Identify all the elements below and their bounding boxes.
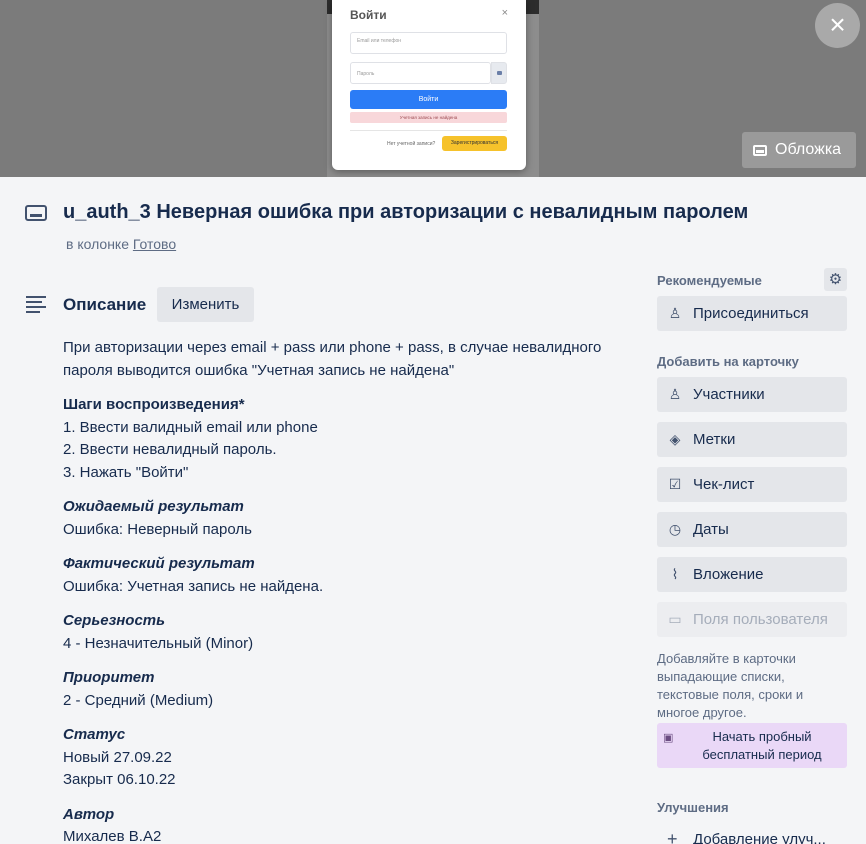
attachment-button[interactable]: ⌇ Вложение (657, 557, 847, 592)
modal-email-field: Email или телефон (350, 32, 507, 54)
attachment-label: Вложение (693, 566, 764, 583)
intro-line: При авторизации через email + pass или p… (63, 339, 602, 356)
card-title[interactable]: u_auth_3 Неверная ошибка при авторизации… (63, 201, 748, 224)
cover-login-modal: Войти × Email или телефон Пароль Войти У… (332, 0, 526, 170)
severity-text: 4 - Незначительный (Minor) (63, 634, 254, 652)
priority-text: 2 - Средний (Medium) (63, 691, 214, 709)
custom-fields-label: Поля пользователя (693, 611, 828, 628)
author-heading: Автор (63, 805, 115, 823)
step-item: 2. Ввести невалидный пароль. (63, 441, 277, 458)
custom-fields-promo: Добавляйте в карточки выпадающие списки,… (657, 651, 804, 720)
labels-button[interactable]: ◈ Метки (657, 422, 847, 457)
status-line: Новый 27.09.22 (63, 748, 172, 766)
paperclip-icon: ⌇ (671, 566, 679, 582)
checkbox-icon: ☑ (668, 476, 682, 492)
modal-password-field: Пароль (350, 62, 491, 84)
modal-eye-icon (491, 62, 507, 84)
edit-description-button[interactable]: Изменить (157, 287, 254, 322)
modal-close-icon: × (501, 7, 508, 19)
add-improvement-button[interactable]: + Добавление улуч... (657, 822, 847, 844)
expected-text: Ошибка: Неверный пароль (63, 520, 252, 538)
members-label: Участники (693, 386, 765, 403)
modal-title: Войти (350, 8, 387, 22)
modal-divider (350, 130, 507, 131)
cover-button[interactable]: Обложка (742, 132, 856, 168)
clock-icon: ◷ (668, 521, 682, 537)
dates-label: Даты (693, 521, 729, 538)
cover-button-label: Обложка (775, 141, 842, 158)
intro-line: пароля выводится ошибка "Учетная запись … (63, 361, 455, 379)
card-icon (25, 205, 47, 221)
expected-heading: Ожидаемый результат (63, 498, 244, 515)
join-label: Присоединиться (693, 305, 809, 322)
modal-no-account-text: Нет учетной записи? (387, 141, 436, 147)
custom-fields-icon: ▭ (668, 611, 682, 627)
in-list-prefix: в колонке (66, 236, 129, 252)
recommended-label: Рекомендуемые (657, 273, 762, 288)
labels-label: Метки (693, 431, 736, 448)
dates-button[interactable]: ◷ Даты (657, 512, 847, 547)
modal-register-button: Зарегистрироваться (442, 136, 507, 151)
modal-error-banner: Учетная запись не найдена (350, 112, 507, 123)
gear-icon[interactable]: ⚙ (824, 268, 847, 291)
author-text: Михалев В.А2 (63, 828, 162, 844)
list-name-link[interactable]: Готово (133, 236, 176, 252)
tag-icon: ◈ (669, 431, 681, 447)
severity-heading: Серьезность (63, 612, 166, 629)
status-heading: Статус (63, 726, 126, 743)
modal-login-button: Войти (350, 90, 507, 109)
join-button[interactable]: ♙ Присоединиться (657, 296, 847, 331)
plus-icon: + (667, 829, 678, 844)
trial-label: Начать пробный бесплатный период (702, 729, 822, 762)
step-item: 1. Ввести валидный email или phone (63, 418, 318, 436)
actual-heading: Фактический результат (63, 555, 255, 572)
custom-fields-button[interactable]: ▭ Поля пользователя (657, 602, 847, 637)
card-cover-icon (753, 144, 767, 156)
briefcase-icon: ▣ (663, 732, 674, 744)
add-improvement-label: Добавление улуч... (693, 831, 826, 844)
description-body[interactable]: При авторизации через email + pass или p… (63, 337, 633, 844)
description-heading: Описание (63, 295, 147, 314)
status-line: Закрыт 06.10.22 (63, 771, 176, 788)
person-icon: ♙ (668, 386, 682, 402)
start-trial-button[interactable]: ▣ Начать пробный бесплатный период (657, 723, 847, 768)
description-lines-icon (26, 296, 46, 316)
steps-heading: Шаги воспроизведения* (63, 396, 245, 413)
actual-text: Ошибка: Учетная запись не найдена. (63, 577, 324, 595)
priority-heading: Приоритет (63, 669, 155, 686)
step-item: 3. Нажать "Войти" (63, 463, 189, 481)
improvements-label: Улучшения (657, 800, 729, 815)
in-list-text: в колонке Готово (66, 236, 176, 252)
close-icon[interactable]: × (815, 3, 860, 48)
checklist-button[interactable]: ☑ Чек-лист (657, 467, 847, 502)
members-button[interactable]: ♙ Участники (657, 377, 847, 412)
checklist-label: Чек-лист (693, 476, 755, 493)
add-to-card-label: Добавить на карточку (657, 354, 799, 369)
person-icon: ♙ (668, 305, 682, 321)
card-cover[interactable]: Войти × Email или телефон Пароль Войти У… (0, 0, 866, 177)
